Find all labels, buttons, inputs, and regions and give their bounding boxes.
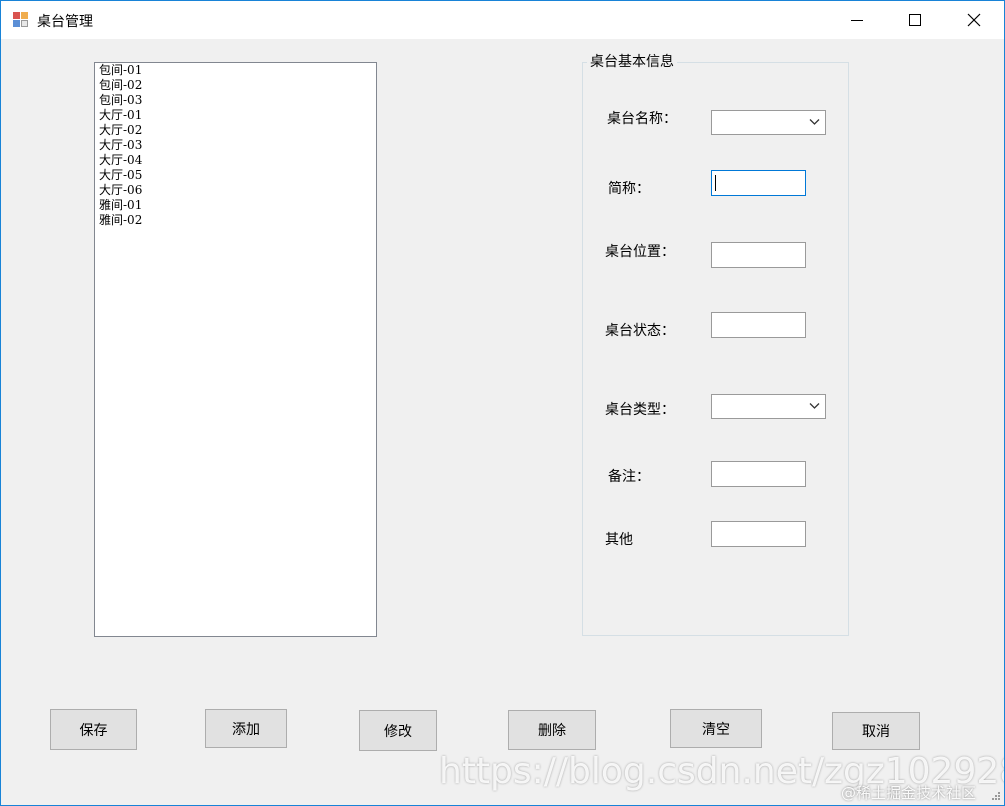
list-item[interactable]: 大厅-06 [95,183,376,198]
table-status-input[interactable] [711,312,806,338]
modify-button[interactable]: 修改 [359,710,437,751]
remark-input[interactable] [711,461,806,487]
clear-button[interactable]: 清空 [670,709,762,748]
table-location-label: 桌台位置： [605,244,675,260]
table-type-combobox[interactable] [711,394,826,419]
table-location-input[interactable] [711,242,806,268]
table-name-label: 桌台名称： [607,111,677,127]
save-button[interactable]: 保存 [50,709,137,750]
juejin-watermark: @稀土掘金技术社区 [841,784,977,802]
list-item[interactable]: 包间-01 [95,63,376,78]
delete-button[interactable]: 删除 [508,710,596,750]
other-label: 其他 [605,532,633,548]
groupbox-title: 桌台基本信息 [587,51,677,71]
list-item[interactable]: 大厅-03 [95,138,376,153]
form-icon [13,12,29,28]
text-caret [715,175,716,191]
title-bar[interactable]: 桌台管理 [1,1,1004,39]
list-item[interactable]: 雅间-01 [95,198,376,213]
table-name-combobox[interactable] [711,110,826,135]
table-info-groupbox [582,62,849,636]
add-button[interactable]: 添加 [205,709,287,748]
maximize-icon [909,14,921,26]
abbreviation-input[interactable] [711,170,806,196]
list-item[interactable]: 雅间-02 [95,213,376,228]
close-button[interactable] [945,1,1003,39]
table-type-label: 桌台类型： [605,402,675,418]
list-item[interactable]: 包间-02 [95,78,376,93]
list-item[interactable]: 大厅-05 [95,168,376,183]
list-item[interactable]: 大厅-01 [95,108,376,123]
chevron-down-icon [809,119,820,125]
cancel-button[interactable]: 取消 [832,712,920,750]
close-icon [967,13,981,27]
window-title: 桌台管理 [37,14,93,30]
table-status-label: 桌台状态： [605,323,675,339]
list-item[interactable]: 包间-03 [95,93,376,108]
resize-grip-icon[interactable] [991,791,1001,801]
maximize-button[interactable] [886,1,944,39]
remark-label: 备注： [608,469,650,485]
app-window: 桌台管理 包间-01 包间-02 包间-03 大厅-01 大厅-02 大厅-03… [0,0,1005,806]
minimize-icon [851,20,863,21]
minimize-button[interactable] [828,1,886,39]
list-item[interactable]: 大厅-04 [95,153,376,168]
table-listbox[interactable]: 包间-01 包间-02 包间-03 大厅-01 大厅-02 大厅-03 大厅-0… [94,62,377,637]
list-item[interactable]: 大厅-02 [95,123,376,138]
chevron-down-icon [809,403,820,409]
abbreviation-label: 简称： [608,181,650,197]
other-input[interactable] [711,521,806,547]
